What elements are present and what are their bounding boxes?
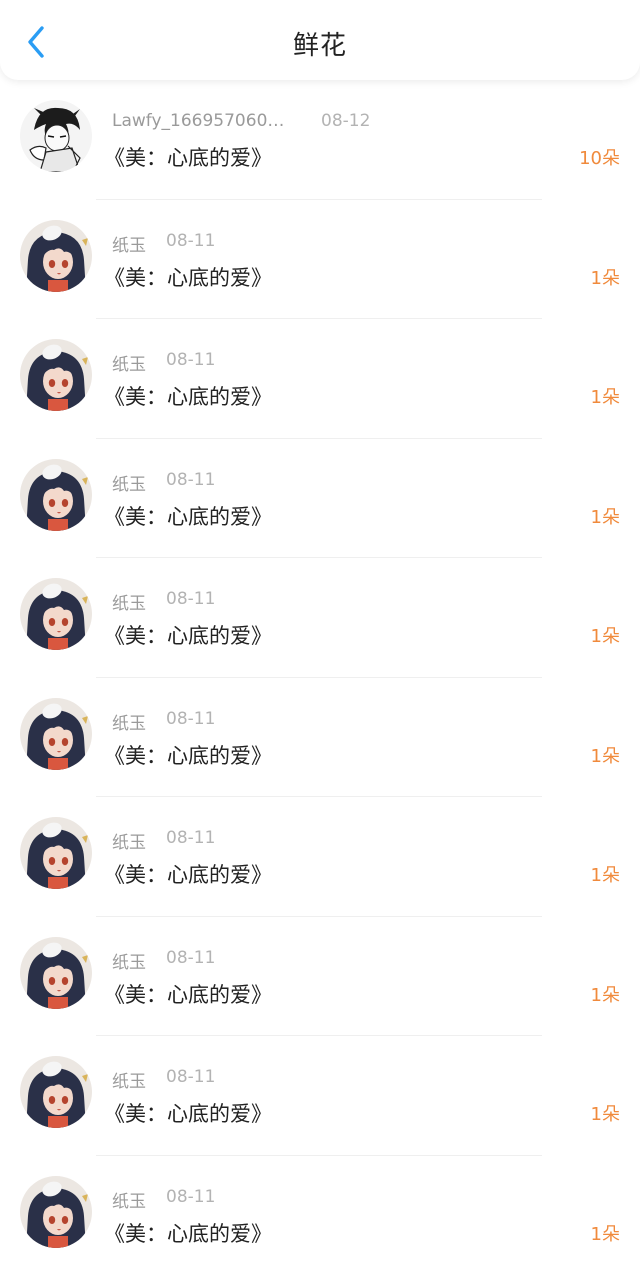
user-avatar[interactable] — [20, 817, 92, 889]
book-title: 《美：心底的爱》 — [104, 743, 272, 768]
flower-count: 1朵 — [590, 1104, 620, 1125]
user-name: 纸玉 — [112, 952, 146, 973]
page-title: 鲜花 — [292, 31, 347, 61]
flower-count: 1朵 — [590, 984, 620, 1006]
flower-count: 1朵 — [590, 626, 620, 647]
gift-date: 08-12 — [321, 111, 371, 131]
flower-record-row[interactable]: 纸玉 08-11 《美：心底的爱》 1朵 — [0, 797, 640, 917]
flower-count: 1朵 — [590, 865, 620, 886]
user-name: 纸玉 — [112, 833, 146, 853]
flower-count: 1朵 — [590, 745, 620, 767]
gift-date: 08-11 — [166, 828, 216, 848]
flower-count: 1朵 — [590, 267, 620, 289]
gift-date: 08-11 — [166, 230, 216, 251]
book-title: 《美：心底的爱》 — [104, 863, 272, 887]
user-avatar[interactable] — [20, 936, 92, 1009]
user-avatar[interactable] — [20, 219, 92, 292]
user-name: 纸玉 — [112, 594, 146, 614]
flower-record-row[interactable]: 纸玉 08-11 《美：心底的爱》 1朵 — [0, 439, 640, 558]
user-name: 纸玉 — [112, 474, 146, 495]
user-avatar[interactable] — [20, 458, 92, 531]
gift-date: 08-11 — [166, 1067, 216, 1087]
gift-date: 08-11 — [166, 1186, 216, 1207]
gift-date: 08-11 — [166, 708, 216, 729]
flower-record-row[interactable]: 纸玉 08-11 《美：心底的爱》 1朵 — [0, 1156, 640, 1273]
user-name: 纸玉 — [112, 235, 146, 256]
user-avatar[interactable] — [20, 1175, 92, 1248]
flower-record-row[interactable]: 纸玉 08-11 《美：心底的爱》 1朵 — [0, 200, 640, 319]
user-avatar[interactable] — [20, 578, 92, 650]
gift-date: 08-11 — [166, 350, 216, 370]
book-title: 《美：心底的爱》 — [104, 624, 272, 648]
user-name: Lawfy_166957060… — [112, 111, 285, 131]
gift-date: 08-11 — [166, 947, 216, 968]
book-title: 《美：心底的爱》 — [104, 1221, 272, 1246]
user-name: 纸玉 — [112, 1072, 146, 1092]
flower-record-row[interactable]: 纸玉 08-11 《美：心底的爱》 1朵 — [0, 319, 640, 439]
book-title: 《美：心底的爱》 — [104, 504, 272, 529]
book-title: 《美：心底的爱》 — [104, 146, 272, 170]
book-title: 《美：心底的爱》 — [104, 1102, 272, 1126]
flower-count: 10朵 — [579, 148, 620, 169]
gift-date: 08-11 — [166, 589, 216, 609]
flower-count: 1朵 — [590, 506, 620, 528]
flower-count: 1朵 — [590, 387, 620, 408]
flower-record-row[interactable]: Lawfy_166957060… 08-12 《美：心底的爱》 10朵 — [0, 80, 640, 200]
user-name: 纸玉 — [112, 713, 146, 734]
flower-count: 1朵 — [590, 1223, 620, 1245]
top-nav-bar: 鲜花 — [0, 0, 640, 80]
user-avatar[interactable] — [20, 100, 92, 172]
flower-record-list: Lawfy_166957060… 08-12 《美：心底的爱》 10朵纸玉 08-11 《… — [0, 80, 640, 1273]
book-title: 《美：心底的爱》 — [104, 982, 272, 1007]
gift-date: 08-11 — [166, 469, 216, 490]
flower-record-row[interactable]: 纸玉 08-11 《美：心底的爱》 1朵 — [0, 558, 640, 678]
user-avatar[interactable] — [20, 339, 92, 411]
flower-record-row[interactable]: 纸玉 08-11 《美：心底的爱》 1朵 — [0, 678, 640, 797]
book-title: 《美：心底的爱》 — [104, 265, 272, 290]
book-title: 《美：心底的爱》 — [104, 385, 272, 409]
flower-record-row[interactable]: 纸玉 08-11 《美：心底的爱》 1朵 — [0, 1036, 640, 1156]
user-name: 纸玉 — [112, 1191, 146, 1212]
user-name: 纸玉 — [112, 355, 146, 375]
user-avatar[interactable] — [20, 1056, 92, 1128]
flower-record-row[interactable]: 纸玉 08-11 《美：心底的爱》 1朵 — [0, 917, 640, 1036]
user-avatar[interactable] — [20, 697, 92, 770]
flower-gifts-page: 鲜花 Lawfy_166957060… 08-12 《美：心底的爱》 10朵纸玉 08-… — [0, 0, 640, 1273]
